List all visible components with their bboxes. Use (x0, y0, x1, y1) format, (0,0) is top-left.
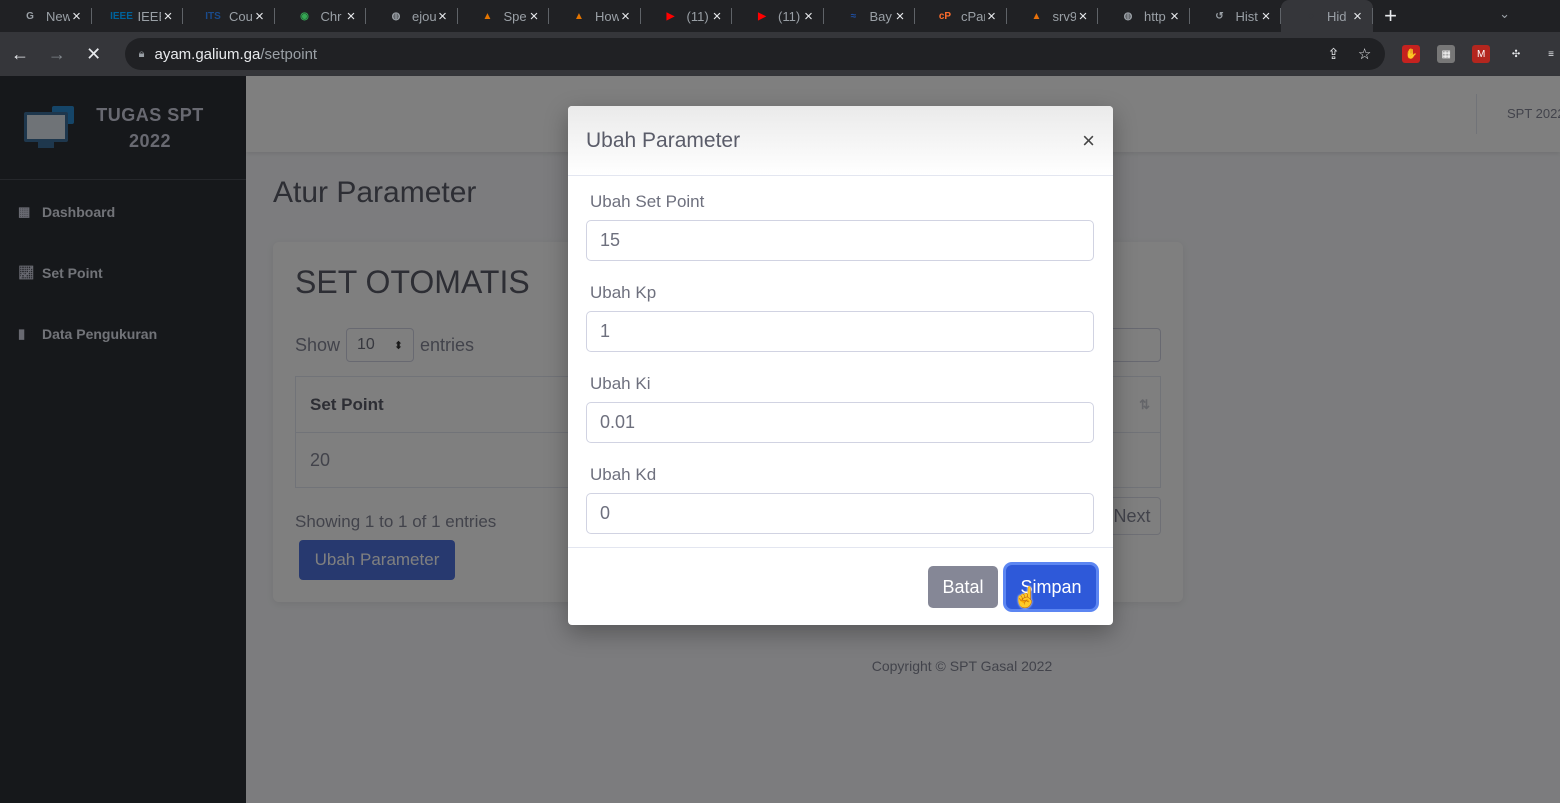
close-icon[interactable]: × (1082, 128, 1095, 154)
tab-list: GNew×IEEEIEEE×ITSCou×◉Chr×◍ejou×▲Spe×▲Ho… (0, 0, 1373, 32)
tab-title: ejou (412, 8, 436, 24)
globe-icon: ◍ (391, 10, 401, 22)
browser-tab[interactable]: ▲ srv9 × (1007, 0, 1098, 32)
extension-stop-icon[interactable]: ✋ (1402, 45, 1421, 63)
bookmark-star-icon[interactable]: ☆ (1358, 45, 1371, 63)
modal-title: Ubah Parameter (586, 128, 741, 152)
set-point-input[interactable]: 15 (586, 220, 1094, 261)
tab-title: (11) (778, 8, 801, 24)
server-icon: ▲ (1031, 10, 1042, 22)
ubah-parameter-modal: Ubah Parameter × Ubah Set Point 15 Ubah … (568, 106, 1113, 625)
matlab-icon: ▲ (574, 10, 584, 22)
browser-tab[interactable]: ▶ (11) × (732, 0, 824, 32)
tab-close-icon[interactable]: × (253, 8, 267, 25)
address-bar[interactable]: 🔒︎ ayam.galium.ga/setpoint ⇪ ☆ (124, 38, 1386, 70)
url-host: ayam.galium.ga (154, 45, 261, 63)
tab-close-icon[interactable]: × (527, 8, 541, 25)
browser-tab[interactable]: IEEEIEEE× (92, 0, 183, 32)
lock-icon[interactable]: 🔒︎ (139, 48, 145, 61)
tab-title: Chr (320, 8, 342, 24)
ki-label: Ubah Ki (590, 374, 651, 393)
tab-close-icon[interactable]: × (70, 8, 84, 25)
tab-separator (1371, 8, 1373, 24)
extension-red-icon[interactable]: M (1472, 45, 1491, 63)
tab-title: Hist (1235, 8, 1258, 24)
cancel-button[interactable]: Batal (928, 566, 998, 608)
forward-icon[interactable]: → (40, 37, 74, 71)
tab-title: Bay (869, 8, 892, 24)
loading-icon: ◌ (1308, 10, 1314, 22)
url-path: /setpoint (260, 45, 318, 63)
bay-icon: ≈ (850, 10, 857, 22)
tab-close-icon[interactable]: × (1168, 8, 1182, 25)
maps-pin-icon: ◉ (300, 10, 309, 22)
set-point-label: Ubah Set Point (590, 192, 705, 211)
cpanel-icon: cP (938, 10, 952, 22)
browser-tab[interactable]: ◍ ejou × (366, 0, 458, 32)
browser-tab[interactable]: ↺ Hist × (1190, 0, 1281, 32)
history-icon: ↺ (1215, 10, 1224, 22)
tab-title: Hid (1327, 8, 1347, 24)
mouse-pointer-icon: ☝ (1013, 587, 1038, 609)
browser-tab[interactable]: ◉ Chr × (275, 0, 366, 32)
share-icon[interactable]: ⇪ (1327, 45, 1340, 63)
reading-list-icon[interactable]: ≡ (1542, 45, 1560, 63)
browser-tab[interactable]: G New × (0, 0, 92, 32)
browser-tab[interactable]: ◍ http × (1098, 0, 1190, 32)
tab-title: Spe (503, 8, 527, 24)
tab-title: How (595, 8, 619, 24)
youtube-icon: ▶ (758, 10, 766, 22)
tab-close-icon[interactable]: × (893, 8, 907, 25)
extensions-puzzle-icon[interactable]: ✣ (1507, 45, 1525, 63)
tab-close-icon[interactable]: × (710, 8, 724, 25)
tab-title: cPar (961, 8, 985, 24)
globe-icon: ◍ (1123, 10, 1133, 22)
kd-label: Ubah Kd (590, 465, 657, 484)
tab-title: http (1144, 8, 1166, 24)
ki-input[interactable]: 0.01 (586, 402, 1094, 443)
tab-title: (11) (686, 8, 709, 24)
tab-close-icon[interactable]: × (344, 8, 358, 25)
browser-tab[interactable]: ▲ How × (549, 0, 641, 32)
youtube-icon: ▶ (666, 10, 675, 22)
matlab-icon: ▲ (482, 10, 493, 22)
tab-close-icon[interactable]: × (436, 8, 450, 25)
tab-close-icon[interactable]: × (1076, 8, 1090, 25)
browser-tab[interactable]: ▶ (11) × (641, 0, 732, 32)
tab-close-icon[interactable]: × (1351, 8, 1365, 25)
its-icon: ITS (205, 10, 221, 22)
extension-gray-icon[interactable]: ▦ (1437, 45, 1456, 63)
browser-tab[interactable]: ▲ Spe × (458, 0, 549, 32)
tab-title: srv9 (1052, 8, 1077, 24)
browser-tab[interactable]: ◌ Hid × (1281, 0, 1373, 32)
kd-input[interactable]: 0 (586, 493, 1094, 534)
browser-tab[interactable]: ITS Cou × (183, 0, 275, 32)
ieee-icon: IEEE (110, 10, 133, 22)
tab-close-icon[interactable]: × (1259, 8, 1273, 25)
kp-label: Ubah Kp (590, 283, 657, 302)
browser-tab[interactable]: cP cPar× (915, 0, 1007, 32)
tab-title: IEEE (137, 8, 162, 24)
new-tab-button[interactable]: + (1373, 0, 1409, 32)
tab-close-icon[interactable]: × (802, 8, 816, 25)
tab-close-icon[interactable]: × (985, 8, 999, 25)
tab-close-icon[interactable]: × (161, 8, 175, 25)
modal-body: Ubah Set Point 15 Ubah Kp 1 Ubah Ki 0.01… (568, 176, 1113, 534)
tab-strip: GNew×IEEEIEEE×ITSCou×◉Chr×◍ejou×▲Spe×▲Ho… (0, 0, 1560, 32)
kp-input[interactable]: 1 (586, 311, 1094, 352)
browser-toolbar: ← → ✕ 🔒︎ ayam.galium.ga/setpoint ⇪ ☆ ✋ ▦… (0, 32, 1560, 76)
tab-search-icon[interactable]: ⌄ (1499, 6, 1510, 22)
modal-header: Ubah Parameter × (568, 106, 1113, 176)
tab-close-icon[interactable]: × (619, 8, 633, 25)
stop-loading-icon[interactable]: ✕ (77, 37, 111, 71)
browser-tab[interactable]: ≈ Bay × (824, 0, 915, 32)
chrome-icon: G (26, 10, 34, 22)
back-icon[interactable]: ← (3, 37, 37, 71)
tab-title: New (46, 8, 70, 24)
tab-title: Cou (229, 8, 253, 24)
